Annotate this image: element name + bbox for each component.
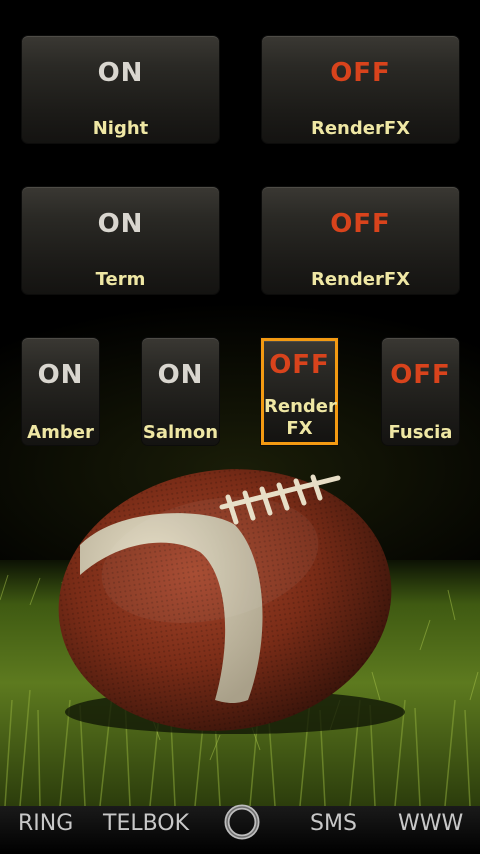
toggle-label: Fuscia (388, 422, 453, 443)
renderfx-toggle-2[interactable]: OFF RenderFX (262, 187, 459, 294)
toggle-state: ON (97, 209, 144, 239)
night-toggle[interactable]: ON Night (22, 36, 219, 143)
ring-button[interactable]: RING (18, 811, 73, 836)
term-toggle[interactable]: ON Term (22, 187, 219, 294)
telbok-button[interactable]: TELBOK (103, 811, 189, 836)
fuscia-toggle[interactable]: OFF Fuscia (382, 338, 459, 445)
renderfx-toggle[interactable]: OFF RenderFX (262, 36, 459, 143)
toggle-state: OFF (330, 209, 391, 239)
bottom-nav-bar: RING TELBOK SMS WWW (0, 803, 480, 854)
toggle-state: OFF (330, 58, 391, 88)
toggle-state: ON (37, 360, 84, 390)
www-button[interactable]: WWW (398, 811, 463, 836)
toggle-state: OFF (269, 350, 330, 380)
toggle-label: RenderFX (310, 118, 411, 139)
toggle-label: RenderFX (310, 269, 411, 290)
toggle-label: Salmon (142, 422, 219, 443)
toggle-label: Render FX (264, 396, 337, 439)
amber-toggle[interactable]: ON Amber (22, 338, 99, 445)
toggle-label: Night (92, 118, 149, 139)
home-ring-icon[interactable] (223, 803, 261, 841)
toggle-label: Amber (27, 422, 94, 443)
renderfx-toggle-selected[interactable]: OFF Render FX (261, 338, 338, 445)
toggle-state: ON (157, 360, 204, 390)
sms-button[interactable]: SMS (310, 811, 357, 836)
toggle-label: Term (95, 269, 146, 290)
salmon-toggle[interactable]: ON Salmon (142, 338, 219, 445)
toggle-state: OFF (390, 360, 451, 390)
toggle-state: ON (97, 58, 144, 88)
